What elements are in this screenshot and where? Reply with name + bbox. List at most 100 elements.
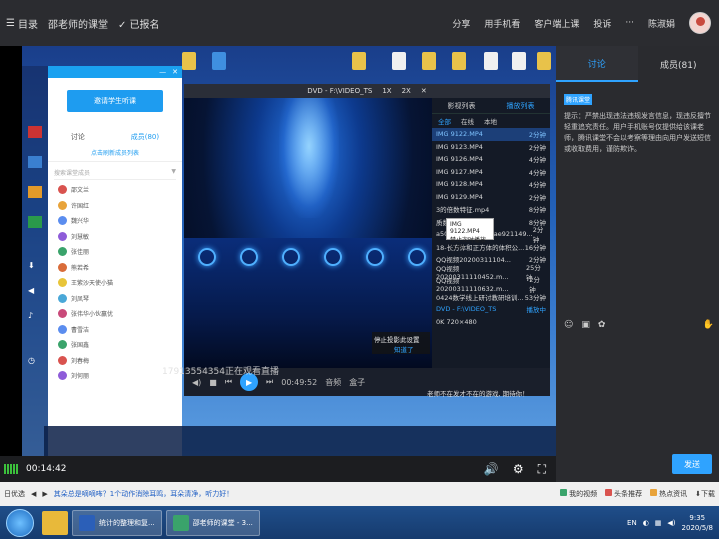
playlist-item-name: IMG 9126.MP4 xyxy=(436,155,483,164)
filter-icon[interactable]: ▼ xyxy=(171,168,176,179)
close-icon[interactable]: ✕ xyxy=(172,68,178,76)
minimize-icon[interactable]: — xyxy=(159,68,166,76)
image-icon[interactable]: ▣ xyxy=(581,320,590,330)
more-menu-button[interactable]: ··· xyxy=(625,18,634,28)
member-avatar xyxy=(58,200,67,210)
member-name: 刘慧敏 xyxy=(71,233,90,241)
report-button[interactable]: 投诉 xyxy=(593,17,611,30)
next-icon[interactable]: ⏭ xyxy=(266,377,273,387)
system-notice: 提示：严禁出现违法违规发言信息，现违反擅节轻重追究责任。用户手机账号仅提供给该课… xyxy=(564,112,711,153)
emoji-icon[interactable]: ☺ xyxy=(564,320,573,330)
playlist-item[interactable]: IMG 9129.MP4 2分钟 xyxy=(432,191,550,204)
playlist-item[interactable]: IMG 9128.MP4 4分钟 xyxy=(432,178,550,191)
got-it-link[interactable]: 知道了 xyxy=(394,344,428,354)
stop-icon[interactable]: ■ xyxy=(209,378,217,387)
member-row[interactable]: 王紫沙天使小猫 xyxy=(48,275,182,291)
playlist-item[interactable]: IMG 9123.MP4 2分钟 xyxy=(432,141,550,154)
member-row[interactable]: 魏兴华 xyxy=(48,213,182,229)
video-stage[interactable]: ⬇ ◀ ♪ ◷ — ✕ 邀请学生听课 讨论 成员(80) 点击刷新成员列表 搜索… xyxy=(0,46,558,456)
volume-icon[interactable]: 🔊 xyxy=(484,462,499,477)
chat-panel: 讨论 成员(81) 腾讯课堂 提示：严禁出现违法违规发言信息，现违反擅节轻重追究… xyxy=(556,46,719,482)
member-name: 熊若希 xyxy=(71,264,90,272)
start-button[interactable] xyxy=(6,508,34,537)
filter-online[interactable]: 在线 xyxy=(461,116,474,126)
tab-media-list[interactable]: 影视列表 xyxy=(448,101,476,111)
network-icon[interactable]: ▦ xyxy=(655,519,662,527)
member-row[interactable]: 张伟华小伙赢优 xyxy=(48,306,182,322)
tab-discuss[interactable]: 讨论 xyxy=(556,46,638,82)
member-row[interactable]: 许国红 xyxy=(48,198,182,214)
audio-button[interactable]: 音频 xyxy=(325,377,341,388)
playlist-item[interactable]: 0K 720×480 xyxy=(432,316,550,329)
tray-icon[interactable]: ◐ xyxy=(643,519,649,527)
playlist-item[interactable]: IMG 9126.MP4 4分钟 xyxy=(432,153,550,166)
panel-titlebar: — ✕ xyxy=(48,66,182,78)
app-icon xyxy=(28,186,42,198)
speed-2x-button[interactable]: 2X xyxy=(402,87,411,95)
task-classroom[interactable]: 邵老师的课堂 - 3... xyxy=(165,509,260,536)
folder-icon xyxy=(537,52,551,70)
stage-ring xyxy=(366,248,384,266)
invite-students-button[interactable]: 邀请学生听课 xyxy=(67,90,163,112)
volume-icon[interactable]: ◀) xyxy=(192,378,201,387)
raise-hand-icon[interactable]: ✋ xyxy=(703,320,714,330)
avatar[interactable] xyxy=(689,12,711,34)
playlist-item[interactable]: IMG 9122.MP4 2分钟 xyxy=(432,128,550,141)
playlist-item[interactable]: QQ视频20200311110632.m... 2分钟 xyxy=(432,276,550,294)
filter-all[interactable]: 全部 xyxy=(438,116,451,126)
tab-members[interactable]: 成员(81) xyxy=(638,46,719,82)
tab-members[interactable]: 成员(80) xyxy=(131,132,159,142)
member-row[interactable]: 刘凤琴 xyxy=(48,291,182,307)
member-avatar xyxy=(58,278,67,288)
speed-1x-button[interactable]: 1X xyxy=(382,87,391,95)
close-icon[interactable]: ✕ xyxy=(421,87,427,95)
explorer-icon[interactable] xyxy=(42,510,68,535)
member-row[interactable]: 刘慧敏 xyxy=(48,229,182,245)
app-icon xyxy=(28,126,42,138)
box-button[interactable]: 盒子 xyxy=(349,377,365,388)
playlist-item[interactable]: IMG 9127.MP4 4分钟 xyxy=(432,166,550,179)
tab-discuss[interactable]: 讨论 xyxy=(71,132,85,142)
member-name: 刘何丽 xyxy=(71,373,90,381)
phone-watch-button[interactable]: 用手机看 xyxy=(484,17,520,30)
my-video-link[interactable]: 我的视频 xyxy=(560,489,597,499)
playlist-item[interactable]: 0424数学线上研讨教研培训... 53分钟 xyxy=(432,291,550,304)
chevron-icon: ◀ xyxy=(31,490,37,498)
playlist-item[interactable]: DVD - F:\VIDEO_TS 播放中 xyxy=(432,303,550,316)
client-class-button[interactable]: 客户端上课 xyxy=(534,17,579,30)
volume-icon[interactable]: ◀) xyxy=(667,519,675,527)
clock[interactable]: 9:35 2020/5/8 xyxy=(682,513,713,533)
toutiao-link[interactable]: 头条推荐 xyxy=(605,489,642,499)
share-button[interactable]: 分享 xyxy=(452,17,470,30)
tab-playlist[interactable]: 播放列表 xyxy=(507,101,535,111)
signal-icon xyxy=(4,464,18,474)
lang-indicator[interactable]: EN xyxy=(627,519,637,527)
send-button[interactable]: 发送 xyxy=(672,454,712,474)
stage-ring xyxy=(240,248,258,266)
member-row[interactable]: 曹雪洁 xyxy=(48,322,182,338)
member-row[interactable]: 熊若希 xyxy=(48,260,182,276)
user-name[interactable]: 陈淑娟 xyxy=(648,17,675,30)
classroom-panel: — ✕ 邀请学生听课 讨论 成员(80) 点击刷新成员列表 搜索课堂成员 ▼ 邵… xyxy=(48,66,182,456)
filter-local[interactable]: 本地 xyxy=(484,116,497,126)
download-link[interactable]: ⬇下载 xyxy=(695,489,715,499)
flower-icon[interactable]: ✿ xyxy=(598,320,606,330)
member-row[interactable]: 邵文兰 xyxy=(48,182,182,198)
settings-icon[interactable]: ⚙ xyxy=(513,462,524,477)
stage-ring xyxy=(282,248,300,266)
fullscreen-icon[interactable]: ⛶ xyxy=(538,462,546,477)
news-link[interactable]: 其朵总是嘀嘀咘？1个动作消除耳鸣，耳朵清净，听力好！ xyxy=(54,489,233,499)
course-title[interactable]: 邵老师的课堂 xyxy=(48,16,108,31)
member-search[interactable]: 搜索课堂成员 ▼ xyxy=(54,168,176,180)
member-row[interactable]: 张国鑫 xyxy=(48,337,182,353)
refresh-members-link[interactable]: 点击刷新成员列表 xyxy=(48,148,182,162)
hot-news-link[interactable]: 热点资讯 xyxy=(650,489,687,499)
member-row[interactable]: 张佳丽 xyxy=(48,244,182,260)
task-word[interactable]: 统计的整理和复... xyxy=(72,509,162,536)
video-frame[interactable] xyxy=(184,98,432,368)
chat-toolbar: ☺ ▣ ✿ ✋ xyxy=(564,320,714,330)
file-icon xyxy=(484,52,498,70)
prev-icon[interactable]: ⏮ xyxy=(225,377,232,387)
playlist-item[interactable]: 3的倍数特征.mp4 8分钟 xyxy=(432,203,550,216)
catalog-menu-button[interactable]: ☰ 目录 xyxy=(6,16,38,31)
